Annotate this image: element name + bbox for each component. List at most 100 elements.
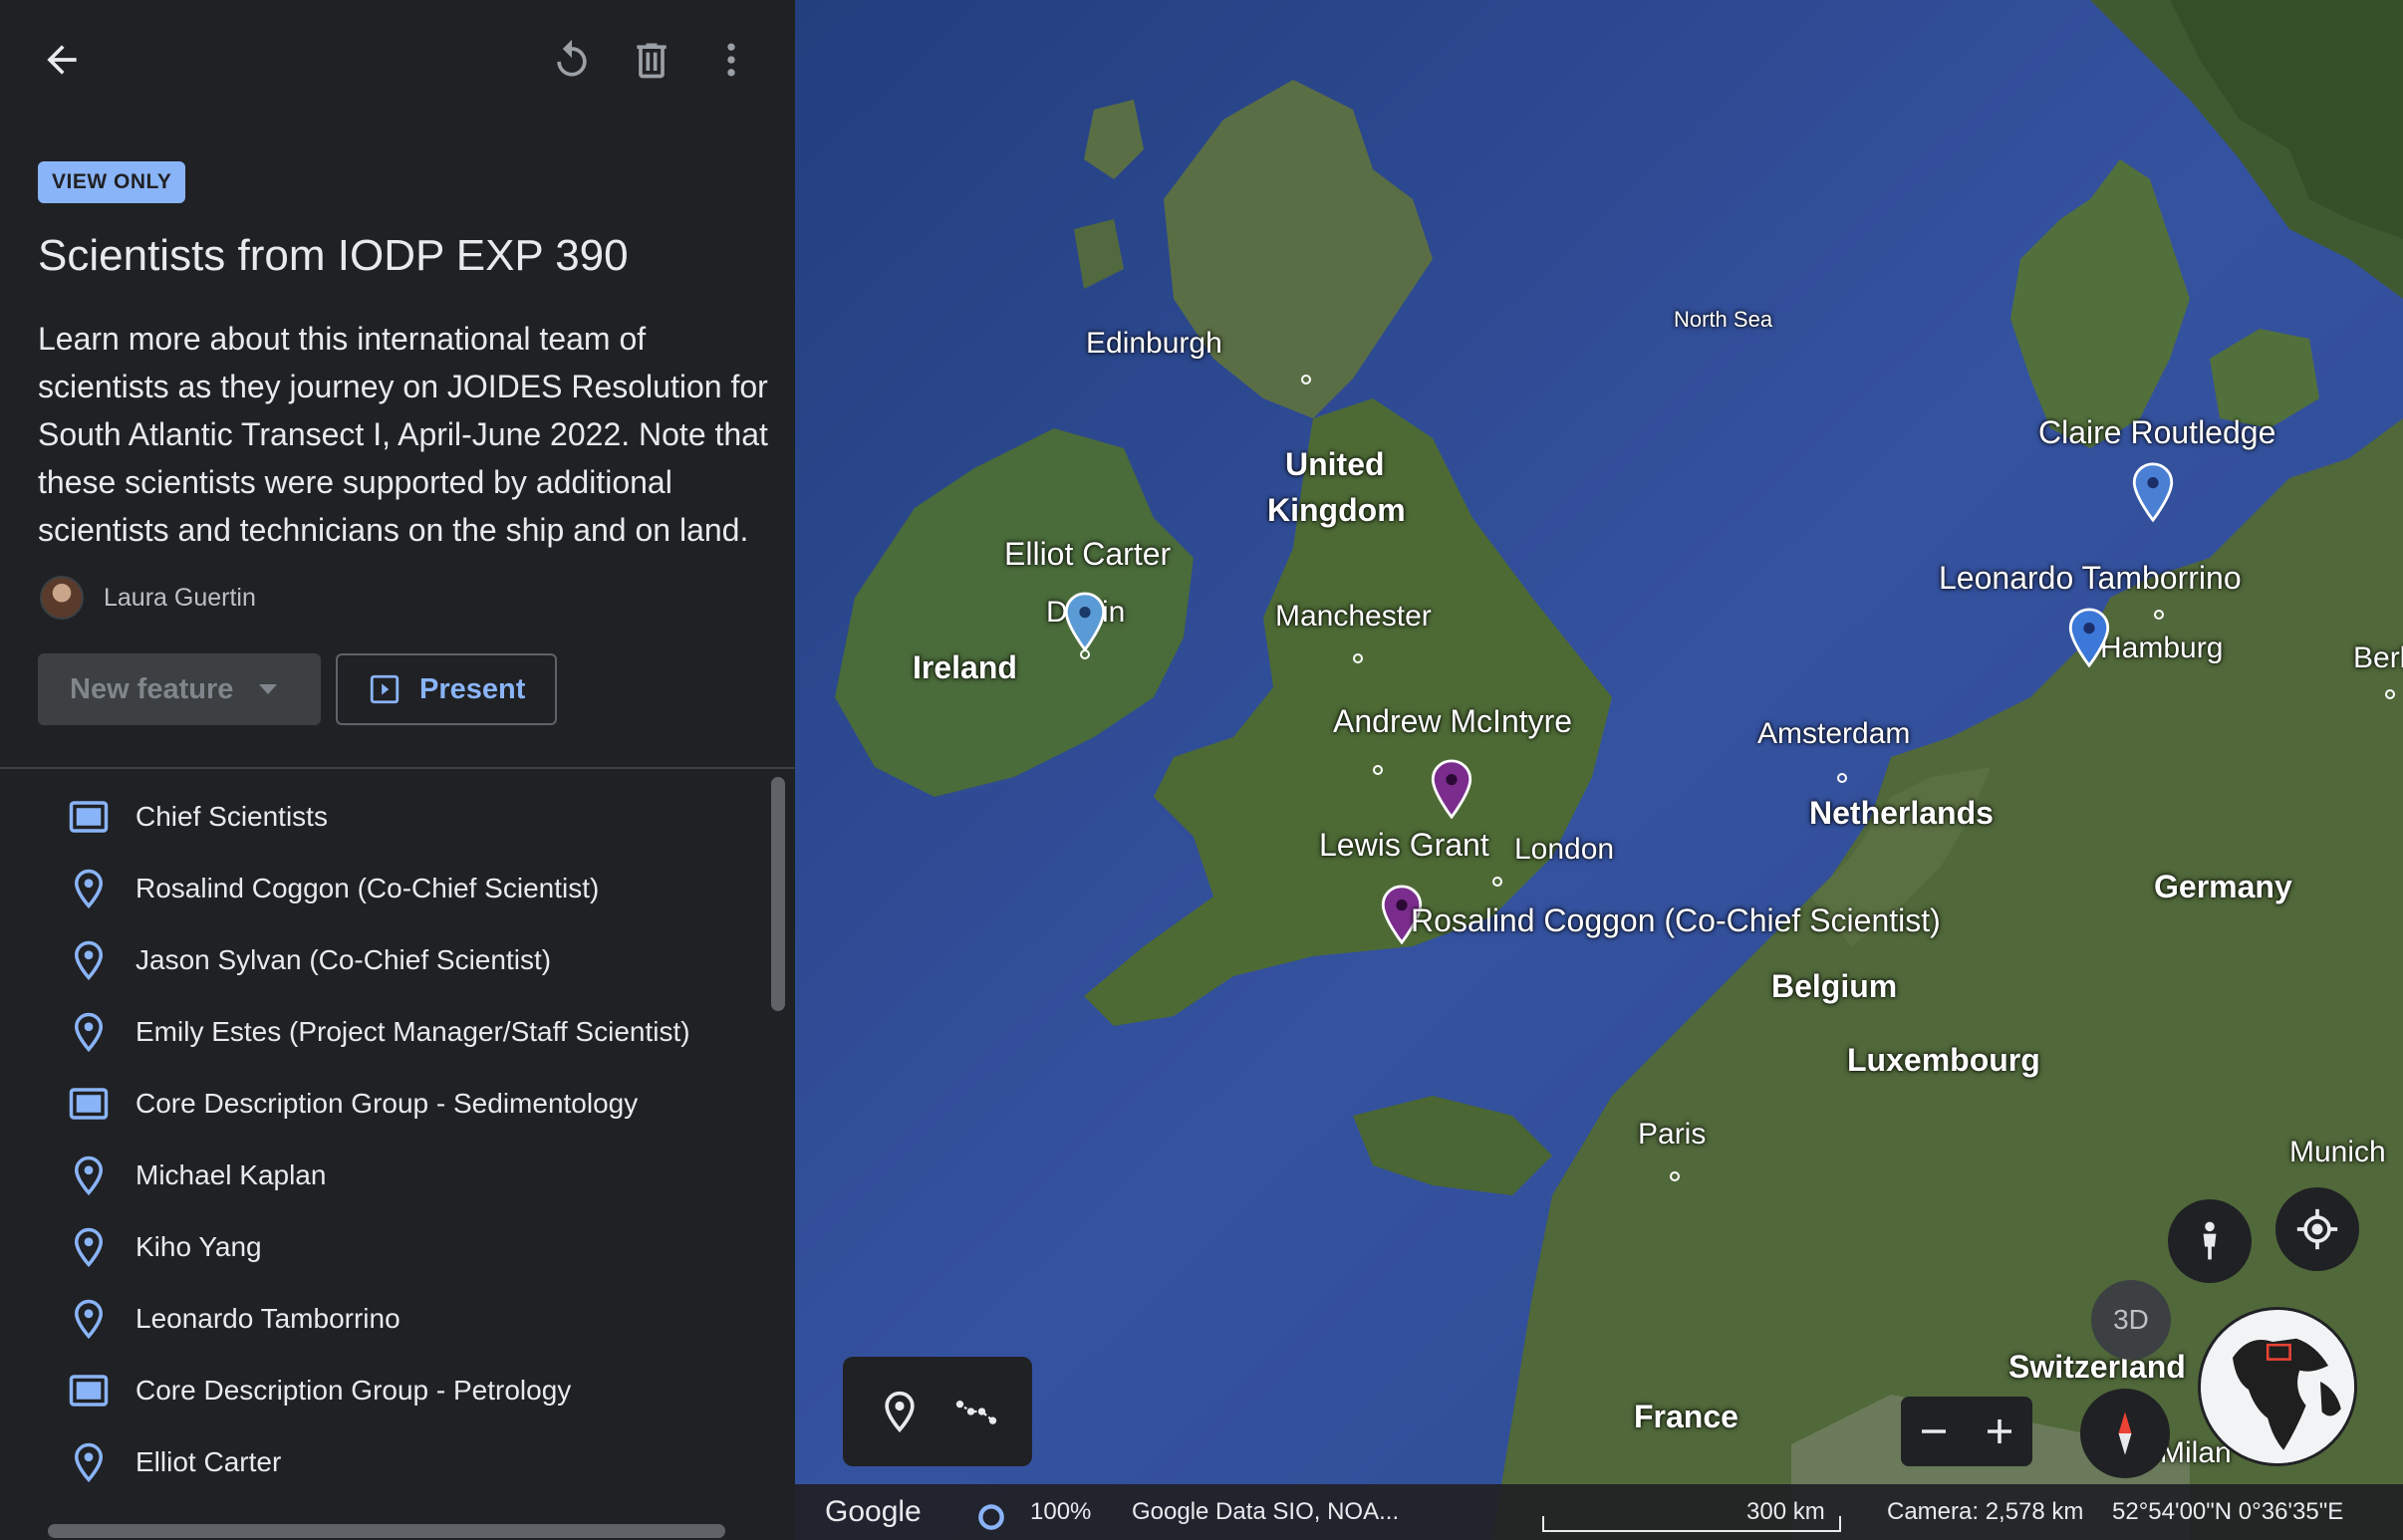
opacity-value: 100% xyxy=(1030,1498,1092,1525)
draw-line-button[interactable] xyxy=(946,1382,1006,1441)
author-row: Laura Guertin xyxy=(40,576,256,620)
toggle-3d-button[interactable]: 3D xyxy=(2091,1280,2171,1360)
arrow-back-icon xyxy=(47,45,77,75)
list-item-label: Chief Scientists xyxy=(135,801,328,832)
zoom-controls xyxy=(1901,1397,2032,1466)
list-item[interactable]: Chief Scientists xyxy=(0,781,767,853)
my-location-button[interactable] xyxy=(2275,1187,2359,1271)
placemark-label: Elliot Carter xyxy=(1004,536,1172,572)
list-item[interactable]: Michael Kaplan xyxy=(0,1140,767,1211)
add-placemark-button[interactable] xyxy=(870,1382,930,1441)
data-attribution[interactable]: Google Data SIO, NOA... xyxy=(1132,1484,1399,1540)
person-icon xyxy=(2203,1221,2217,1260)
globe-icon xyxy=(2201,1310,2354,1463)
placemark-label: Rosalind Coggon (Co-Chief Scientist) xyxy=(1411,902,1941,938)
label-switzerland: Switzerland xyxy=(2008,1349,2186,1385)
author-name: Laura Guertin xyxy=(104,583,256,612)
list-item[interactable]: Leonardo Tamborrino xyxy=(0,1283,767,1355)
label-north-sea: North Sea xyxy=(1674,307,1773,332)
coordinates: 52°54'00"N 0°36'35"E xyxy=(2112,1498,2344,1525)
zoom-out-button[interactable] xyxy=(1909,1407,1959,1456)
place-icon xyxy=(74,869,104,909)
list-item[interactable]: Jason Sylvan (Co-Chief Scientist) xyxy=(0,924,767,996)
list-item[interactable]: Elliot Carter xyxy=(0,1426,767,1498)
place-icon xyxy=(884,1391,915,1433)
vertical-scrollbar[interactable] xyxy=(771,777,785,1011)
plus-icon xyxy=(1988,1419,2011,1443)
list-item[interactable]: Emily Estes (Project Manager/Staff Scien… xyxy=(0,996,767,1068)
project-title: Scientists from IODP EXP 390 xyxy=(38,231,629,280)
refresh-icon xyxy=(557,39,587,77)
place-icon xyxy=(74,940,104,981)
folder-icon xyxy=(69,1088,109,1120)
placemark-pin[interactable] xyxy=(1062,592,1108,652)
city-dot xyxy=(1353,653,1363,663)
list-item-label: Jason Sylvan (Co-Chief Scientist) xyxy=(135,944,552,975)
map-pin-icon xyxy=(1064,592,1106,652)
my-location-icon xyxy=(2296,1208,2338,1250)
label-manchester: Manchester xyxy=(1275,600,1432,633)
label-kingdom: Kingdom xyxy=(1267,492,1406,528)
city-dot xyxy=(1301,375,1311,385)
list-item-label: Michael Kaplan xyxy=(135,1159,327,1190)
folder-icon xyxy=(69,801,109,833)
delete-button[interactable] xyxy=(616,24,687,96)
list-item[interactable]: Core Description Group - Sedimentology xyxy=(0,1068,767,1140)
compass-button[interactable] xyxy=(2080,1389,2170,1478)
label-belgium: Belgium xyxy=(1771,968,1898,1004)
label-edinburgh: Edinburgh xyxy=(1086,327,1222,360)
city-dot xyxy=(1670,1171,1680,1181)
camera-altitude: Camera: 2,578 km xyxy=(1887,1498,2084,1525)
more-vert-icon xyxy=(727,43,735,77)
list-item[interactable]: Kiho Yang xyxy=(0,1211,767,1283)
placemark-pin[interactable] xyxy=(2066,608,2112,668)
label-munich: Munich xyxy=(2289,1136,2386,1168)
placemark-label: Andrew McIntyre xyxy=(1333,703,1573,739)
place-icon xyxy=(74,1299,104,1340)
place-icon xyxy=(74,1012,104,1053)
globe-minimap[interactable] xyxy=(2198,1307,2357,1466)
opacity-icon[interactable] xyxy=(976,1497,1006,1530)
map-pin-icon xyxy=(1431,759,1472,820)
city-dot xyxy=(1492,877,1502,887)
label-berlin: Berl xyxy=(2353,642,2403,674)
place-icon xyxy=(74,1442,104,1483)
place-icon xyxy=(74,1227,104,1268)
placemark-label: Leonardo Tamborrino xyxy=(1939,560,2242,596)
folder-icon xyxy=(69,1375,109,1407)
zoom-in-button[interactable] xyxy=(1975,1407,2024,1456)
list-item-label: Core Description Group - Petrology xyxy=(135,1375,572,1406)
project-description: Learn more about this international team… xyxy=(38,321,768,548)
map-view[interactable]: Edinburgh North Sea United Kingdom Manch… xyxy=(795,0,2403,1540)
label-united: United xyxy=(1285,446,1385,482)
caret-down-icon xyxy=(259,684,278,694)
minus-icon xyxy=(1922,1429,1946,1433)
list-item-label: Rosalind Coggon (Co-Chief Scientist) xyxy=(135,873,600,903)
label-london: London xyxy=(1514,833,1615,866)
list-item[interactable]: Core Description Group - Petrology xyxy=(0,1355,767,1426)
view-only-badge: VIEW ONLY xyxy=(38,161,186,203)
earth-app: VIEW ONLY Scientists from IODP EXP 390 L… xyxy=(0,0,2403,1540)
trash-icon xyxy=(637,43,667,79)
undo-button[interactable] xyxy=(536,24,608,96)
placemark-label: Lewis Grant xyxy=(1319,827,1489,863)
compass-icon xyxy=(2118,1412,2132,1455)
placemark-pin[interactable] xyxy=(2130,462,2176,523)
avatar xyxy=(40,576,84,620)
placemark-pin[interactable] xyxy=(1429,759,1474,820)
pegman-button[interactable] xyxy=(2168,1199,2252,1283)
present-button[interactable]: Present xyxy=(336,653,557,725)
more-options-button[interactable] xyxy=(695,24,767,96)
new-feature-button[interactable]: New feature xyxy=(38,653,321,725)
status-bar: Google 100% Google Data SIO, NOA... 300 … xyxy=(795,1484,2403,1540)
label-germany: Germany xyxy=(2154,869,2292,904)
list-item-label: Kiho Yang xyxy=(135,1231,262,1262)
map-pin-icon xyxy=(2132,462,2174,523)
horizontal-scrollbar[interactable] xyxy=(48,1524,725,1538)
city-dot xyxy=(2154,610,2164,620)
list-item[interactable]: Rosalind Coggon (Co-Chief Scientist) xyxy=(0,853,767,924)
divider xyxy=(0,767,795,769)
list-item-label: Emily Estes (Project Manager/Staff Scien… xyxy=(135,1016,690,1047)
label-ireland: Ireland xyxy=(913,649,1017,685)
back-button[interactable] xyxy=(26,24,98,96)
